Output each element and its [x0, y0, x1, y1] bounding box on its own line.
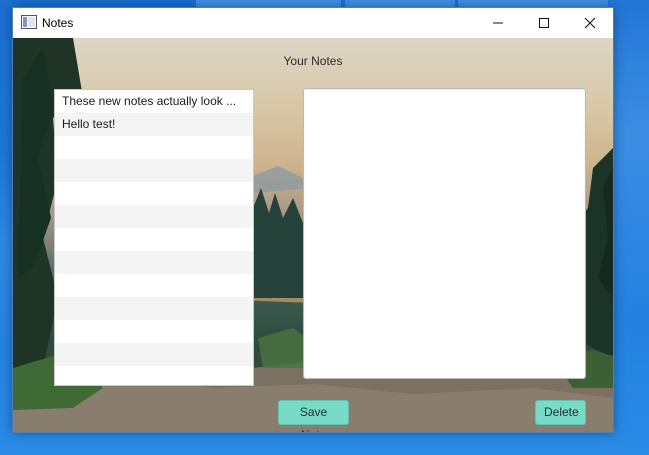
notes-window: Notes Your Notes These new notes actuall…	[12, 7, 614, 433]
delete-button[interactable]: Delete	[535, 400, 586, 425]
close-button[interactable]	[567, 8, 613, 38]
list-item[interactable]	[55, 366, 253, 385]
list-item[interactable]	[55, 297, 253, 320]
list-item[interactable]	[55, 182, 253, 205]
app-icon	[21, 15, 37, 29]
app-content: Your Notes These new notes actually look…	[13, 38, 613, 432]
list-item[interactable]	[55, 251, 253, 274]
list-item[interactable]	[55, 205, 253, 228]
list-item[interactable]	[55, 136, 253, 159]
notes-list[interactable]: These new notes actually look ... Hello …	[54, 89, 254, 386]
minimize-button[interactable]	[475, 8, 521, 38]
maximize-button[interactable]	[521, 8, 567, 38]
list-item[interactable]: Hello test!	[55, 113, 253, 136]
close-icon	[584, 17, 596, 29]
list-item[interactable]	[55, 343, 253, 366]
maximize-icon	[539, 18, 549, 28]
list-item[interactable]	[55, 320, 253, 343]
window-title: Notes	[42, 16, 74, 30]
page-title: Your Notes	[283, 54, 343, 68]
minimize-icon	[493, 22, 503, 24]
note-editor-textarea[interactable]	[303, 88, 586, 379]
list-item[interactable]	[55, 228, 253, 251]
list-item[interactable]	[55, 159, 253, 182]
title-bar[interactable]: Notes	[13, 8, 613, 38]
list-item[interactable]	[55, 274, 253, 297]
save-note-button[interactable]: Save Note	[278, 400, 349, 432]
list-item[interactable]: These new notes actually look ...	[55, 90, 253, 113]
